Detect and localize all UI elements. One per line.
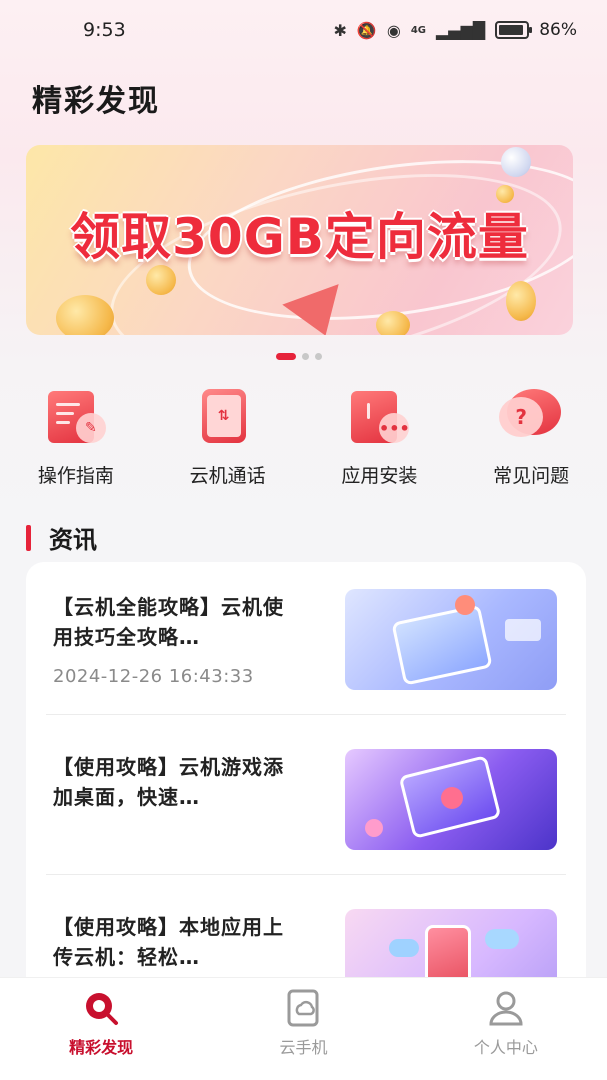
quick-action-call[interactable]: ⇅ 云机通话 — [152, 385, 304, 488]
guide-doc-icon: ✎ — [44, 385, 108, 449]
news-title: 【使用攻略】云机游戏添加桌面，快速… — [53, 755, 284, 809]
status-time: 9:53 — [83, 19, 126, 41]
cloud-phone-icon — [283, 988, 323, 1028]
coin-decor — [376, 311, 410, 335]
pagination-dot-active[interactable] — [276, 353, 296, 360]
news-item[interactable]: 【使用攻略】云机游戏添加桌面，快速… — [26, 722, 586, 882]
quick-actions: ✎ 操作指南 ⇅ 云机通话 ••• 应用安装 ? 常见问题 — [0, 385, 607, 488]
quick-action-guide[interactable]: ✎ 操作指南 — [0, 385, 152, 488]
hotspot-icon: ◉ — [386, 20, 401, 40]
status-icons: ✱ 🔕 ◉ 4G ▂▄▆█ 86% — [334, 20, 577, 40]
news-thumbnail — [345, 749, 557, 850]
banner-headline: 领取30GB定向流量 — [70, 208, 529, 266]
banner-orb-decor — [501, 147, 531, 177]
thumb-phone-graphic — [391, 604, 493, 686]
tab-label: 精彩发现 — [69, 1038, 134, 1057]
pagination-dot[interactable] — [315, 353, 322, 360]
quick-action-install[interactable]: ••• 应用安装 — [304, 385, 456, 488]
news-section-header: 资讯 — [26, 520, 97, 555]
thumb-decor — [441, 787, 463, 809]
tab-profile[interactable]: 个人中心 — [405, 978, 607, 1080]
quick-action-label: 操作指南 — [37, 465, 114, 487]
app-install-icon: ••• — [347, 385, 411, 449]
pagination-dot[interactable] — [302, 353, 309, 360]
news-list: 【云机全能攻略】云机使用技巧全攻略… 2024-12-26 16:43:33 【… — [26, 562, 586, 1022]
battery-icon — [495, 21, 533, 39]
faq-bubble-icon: ? — [499, 385, 563, 449]
coin-decor — [146, 265, 176, 295]
news-date: 2024-12-26 16:43:33 — [53, 666, 254, 687]
thumb-decor — [389, 939, 419, 957]
tab-cloud-phone[interactable]: 云手机 — [202, 978, 404, 1080]
network-label: 4G — [410, 24, 426, 36]
tab-label: 个人中心 — [473, 1038, 538, 1057]
quick-action-label: 应用安装 — [341, 465, 418, 487]
battery-percent: 86% — [539, 20, 577, 40]
tab-label: 云手机 — [279, 1038, 328, 1057]
bottom-tab-bar: 精彩发现 云手机 个人中心 — [0, 977, 607, 1080]
news-divider — [46, 874, 566, 875]
section-accent-bar — [26, 524, 31, 551]
mute-bell-icon: 🔕 — [356, 20, 377, 40]
news-section-title: 资讯 — [49, 526, 97, 554]
news-item[interactable]: 【云机全能攻略】云机使用技巧全攻略… 2024-12-26 16:43:33 — [26, 562, 586, 722]
news-divider — [46, 714, 566, 715]
discover-icon — [81, 988, 121, 1028]
tab-discover[interactable]: 精彩发现 — [0, 978, 202, 1080]
coin-decor — [506, 281, 536, 321]
news-title: 【云机全能攻略】云机使用技巧全攻略… — [53, 595, 284, 649]
quick-action-label: 常见问题 — [493, 465, 570, 487]
cloud-phone-call-icon: ⇅ — [196, 385, 260, 449]
thumb-decor — [505, 619, 541, 641]
thumb-decor — [485, 929, 519, 949]
profile-icon — [486, 988, 526, 1028]
quick-action-faq[interactable]: ? 常见问题 — [455, 385, 607, 488]
quick-action-label: 云机通话 — [189, 465, 266, 487]
news-thumbnail — [345, 589, 557, 690]
thumb-decor — [365, 819, 383, 837]
status-bar: 9:53 ✱ 🔕 ◉ 4G ▂▄▆█ 86% — [0, 0, 607, 60]
bluetooth-icon: ✱ — [333, 20, 347, 40]
signal-icon: ▂▄▆█ — [435, 20, 486, 40]
coin-decor — [56, 295, 114, 335]
banner-pagination — [276, 353, 322, 360]
thumb-decor — [455, 595, 475, 615]
news-title: 【使用攻略】本地应用上传云机：轻松… — [53, 915, 284, 969]
promo-banner[interactable]: 领取30GB定向流量 — [26, 145, 573, 335]
page-title: 精彩发现 — [32, 84, 160, 119]
